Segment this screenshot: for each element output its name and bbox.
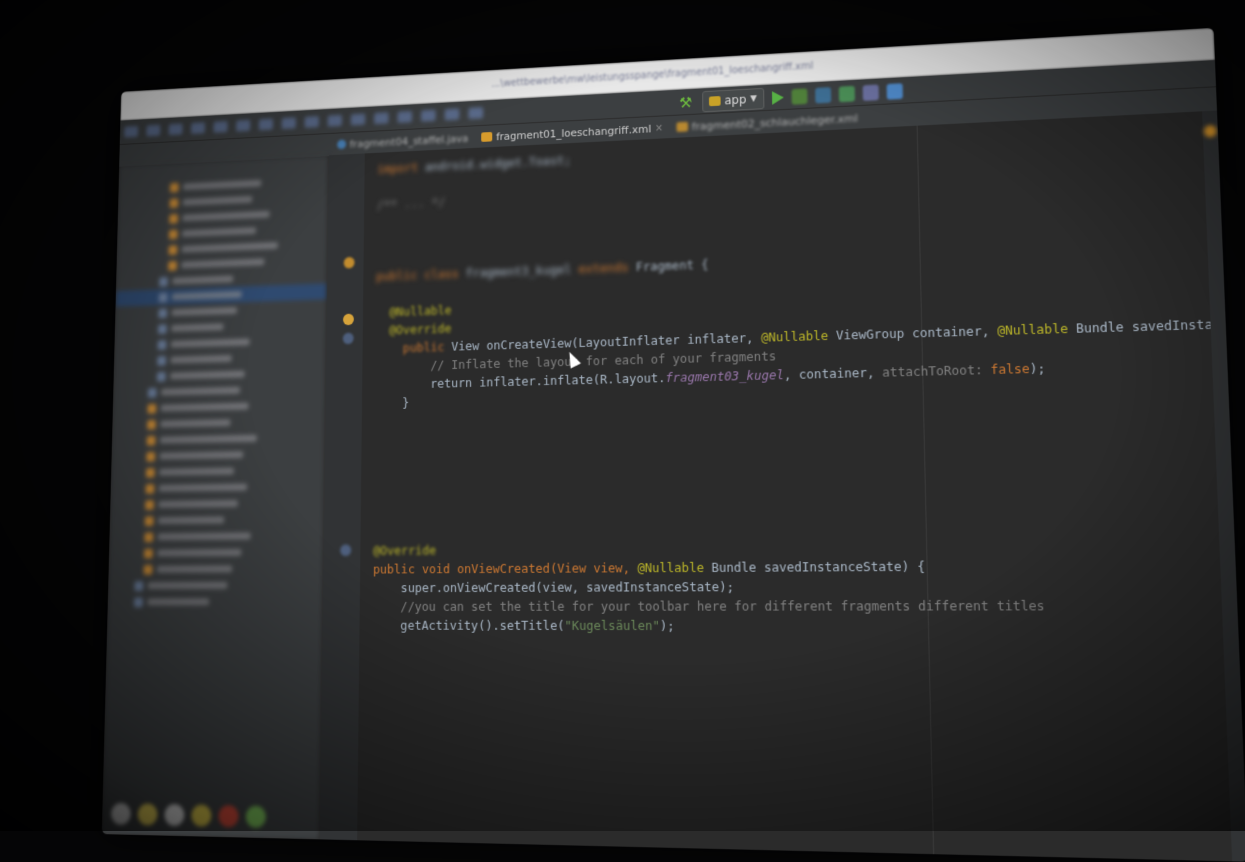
monitor-screen: ...\wettbewerbe\mw\leistungsspange\fragm… <box>101 27 1245 862</box>
code-token: "Kugelsäulen" <box>564 617 660 634</box>
implement-marker-icon[interactable] <box>342 332 354 345</box>
chevron-down-icon: ▼ <box>750 94 758 105</box>
code-token: ); <box>1029 360 1046 377</box>
override-marker-icon[interactable] <box>343 256 355 269</box>
code-token: ); <box>659 617 675 634</box>
code-content[interactable]: import android.widget.Toast; /** ... */ … <box>372 117 1245 639</box>
android-module-icon <box>708 96 721 107</box>
code-token: @Override <box>373 542 437 558</box>
avd-icon[interactable] <box>838 85 855 103</box>
code-line: getActivity().setTitle("Kugelsäulen"); <box>372 618 1245 639</box>
tree-item[interactable] <box>108 593 323 610</box>
code-comment: //you can set the title for your toolbar… <box>400 597 1045 614</box>
sync-icon[interactable] <box>814 87 831 104</box>
code-token: super.onViewCreated(view, savedInstanceS… <box>400 578 735 596</box>
lightbulb-icon[interactable] <box>342 313 354 326</box>
xml-file-icon <box>481 131 493 142</box>
taskbar-icon[interactable] <box>137 803 158 826</box>
code-line: super.onViewCreated(view, savedInstanceS… <box>373 577 1245 599</box>
tree-item[interactable] <box>109 527 323 545</box>
tree-item[interactable] <box>108 560 322 578</box>
code-line: //you can set the title for your toolbar… <box>373 597 1245 618</box>
tab-label: fragment04_staffel.java <box>349 131 469 151</box>
run-icon[interactable] <box>771 90 784 105</box>
xml-file-icon <box>676 121 688 132</box>
code-token: getActivity().setTitle( <box>400 617 565 633</box>
project-tree-panel[interactable] <box>101 155 330 840</box>
close-icon[interactable]: × <box>655 123 663 134</box>
code-token: public void onViewCreated(View view, <box>372 560 638 577</box>
run-config-label: app <box>724 92 747 108</box>
code-token: Bundle savedInstanceState) { <box>703 558 926 575</box>
taskbar-icon[interactable] <box>110 802 131 825</box>
code-token: false <box>990 360 1030 378</box>
tree-item[interactable] <box>109 544 323 562</box>
taskbar-icon[interactable] <box>164 803 185 827</box>
main-area: import android.widget.Toast; /** ... */ … <box>101 110 1245 862</box>
search-icon[interactable] <box>886 83 903 100</box>
java-file-icon <box>337 139 347 150</box>
tab-fragment04-staffel[interactable]: fragment04_staffel.java <box>337 132 468 151</box>
sdk-icon[interactable] <box>862 84 879 101</box>
code-token: @Nullable <box>997 320 1069 339</box>
debug-icon[interactable] <box>791 88 808 105</box>
code-token: attachToRoot: <box>882 361 991 380</box>
code-token: @Nullable <box>760 327 829 345</box>
code-token: fragment03_kugel <box>665 367 784 386</box>
taskbar-icon[interactable] <box>218 805 239 828</box>
code-token: @Nullable <box>637 559 704 576</box>
implement-marker-icon[interactable] <box>340 544 352 557</box>
warning-icon[interactable] <box>1203 124 1218 138</box>
code-editor[interactable]: import android.widget.Toast; /** ... */ … <box>357 110 1245 862</box>
taskbar-icon[interactable] <box>191 804 212 827</box>
tree-item[interactable] <box>108 577 322 594</box>
hammer-icon[interactable]: ⚒ <box>679 94 694 112</box>
run-config-dropdown[interactable]: app ▼ <box>702 87 764 113</box>
code-token: , container, <box>783 364 883 383</box>
code-token: Fragment { <box>635 256 709 275</box>
taskbar-icon[interactable] <box>245 805 267 829</box>
taskbar <box>102 795 376 841</box>
